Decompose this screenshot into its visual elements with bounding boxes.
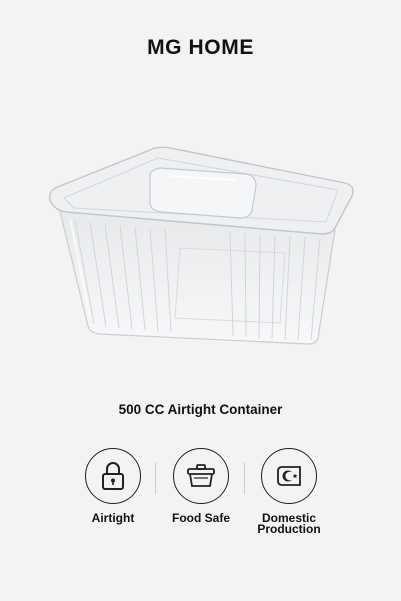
- feature-row: Airtight Food Safe Domestic Production: [0, 448, 401, 538]
- brand-title: MG HOME: [147, 36, 254, 59]
- lock-icon: [85, 448, 141, 504]
- feature-label: Domestic Production: [257, 511, 321, 536]
- feature-domestic-production: Domestic Production: [234, 448, 344, 535]
- product-caption: 500 CC Airtight Container: [118, 402, 283, 417]
- turkey-flag-icon: [261, 448, 317, 504]
- food-container-icon: [173, 448, 229, 504]
- product-image: [49, 146, 354, 345]
